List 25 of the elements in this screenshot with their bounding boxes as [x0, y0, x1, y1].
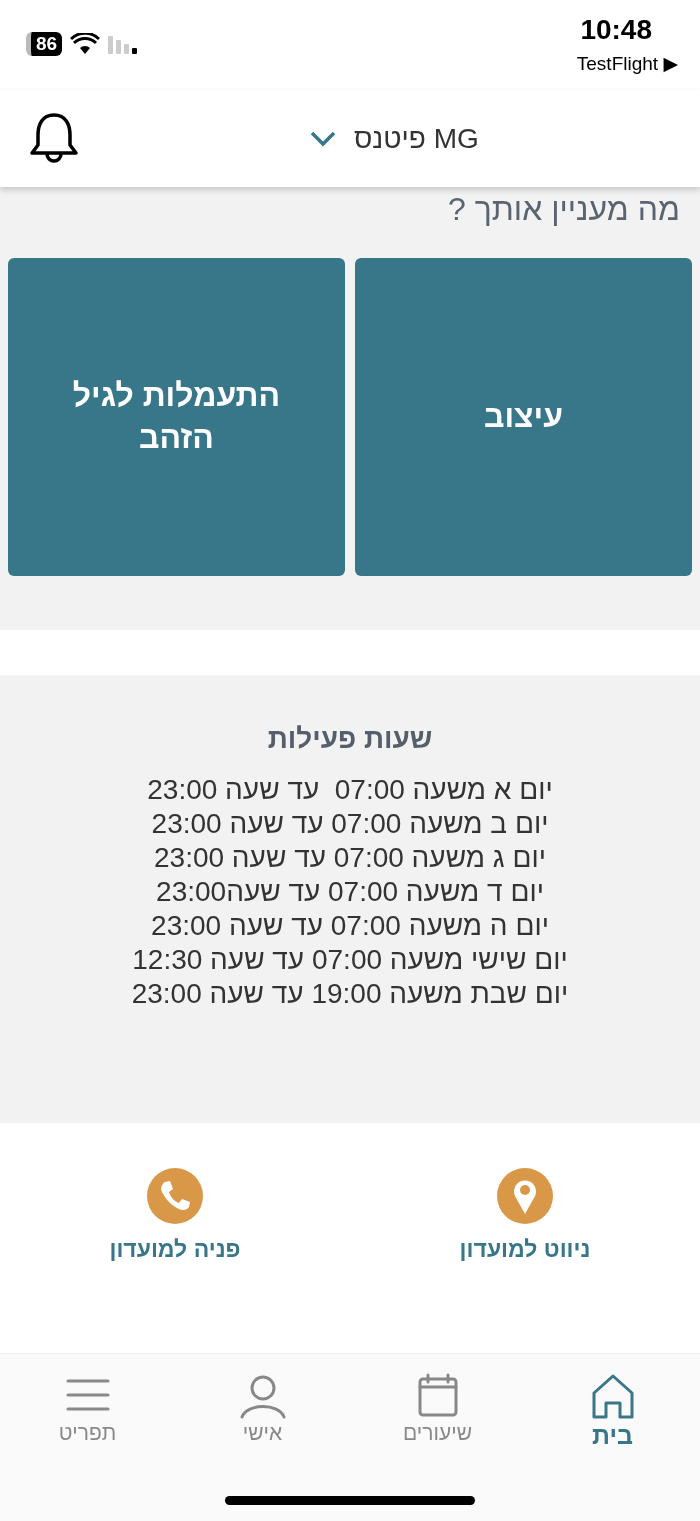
opening-hours-line: יום שישי משעה 07:00 עד שעה 12:30	[132, 943, 568, 977]
category-tile[interactable]: עיצוב	[355, 258, 692, 576]
opening-hours-line: יום א משעה 07:00 עד שעה 23:00	[147, 773, 553, 807]
wifi-icon	[70, 33, 101, 55]
clock-time: 10:48	[580, 14, 653, 46]
tab-bar-item[interactable]: בית	[581, 1372, 644, 1451]
hours-title: שעות פעילות	[267, 723, 433, 755]
opening-hours-line: יום ב משעה 07:00 עד שעה 23:00	[151, 807, 549, 841]
tab-bar-item[interactable]: אישי	[231, 1372, 294, 1446]
battery-level: 86	[26, 32, 63, 56]
club-selector[interactable]: MG פיטנס	[310, 122, 479, 155]
back-to-app-link[interactable]: TestFlight ▶	[576, 52, 678, 75]
tab-bar-item[interactable]: שיעורים	[397, 1372, 478, 1446]
opening-hours-line: יום שבת משעה 19:00 עד שעה 23:00	[131, 977, 569, 1011]
opening-hours-line: יום ד משעה 07:00 עד שעה23:00	[156, 875, 544, 909]
category-tile[interactable]: התעמלות לגיל הזהב	[8, 258, 345, 576]
opening-hours-line: יום ג משעה 07:00 עד שעה 23:00	[154, 841, 546, 875]
contact-action-button[interactable]: פניה למועדון	[103, 1167, 247, 1264]
phone-icon	[147, 1168, 203, 1224]
chevron-down-icon	[310, 130, 336, 147]
contact-action-button[interactable]: ניווט למועדון	[453, 1167, 597, 1264]
location-pin-icon	[497, 1168, 553, 1224]
section-heading: מה מעניין אותך ?	[446, 190, 681, 229]
tab-bar-item[interactable]: תפריט	[52, 1372, 123, 1446]
opening-hours-line: יום ה משעה 07:00 עד שעה 23:00	[151, 909, 549, 943]
